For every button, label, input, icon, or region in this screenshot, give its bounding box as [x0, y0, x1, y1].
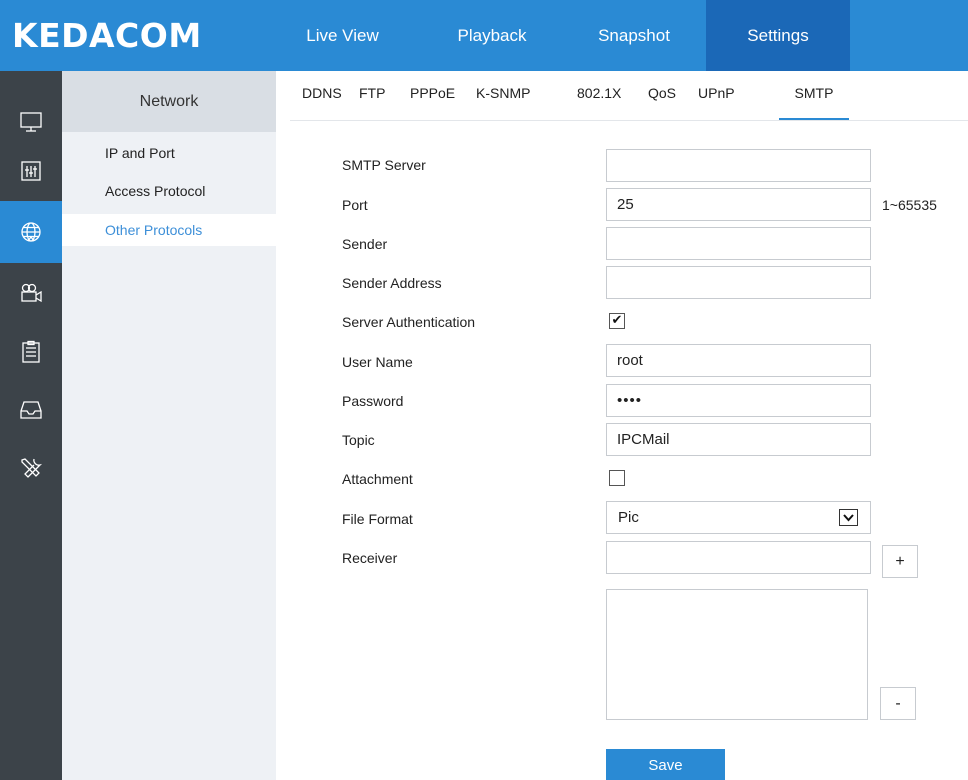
file-format-select[interactable]: Pic: [606, 501, 871, 534]
rail-image-settings[interactable]: [0, 140, 62, 202]
submenu-item-access-protocol[interactable]: Access Protocol: [62, 175, 276, 207]
clipboard-icon: [22, 340, 40, 363]
user-name-label: User Name: [342, 354, 413, 370]
password-label: Password: [342, 393, 404, 409]
globe-icon: [21, 222, 41, 242]
rail-network[interactable]: [0, 201, 62, 263]
tools-icon: [21, 458, 43, 478]
submenu-item-other-protocols[interactable]: Other Protocols: [62, 214, 276, 246]
submenu-item-ip-and-port[interactable]: IP and Port: [62, 137, 276, 169]
attachment-label: Attachment: [342, 471, 413, 487]
icon-rail: [0, 71, 62, 780]
network-submenu: Network IP and Port Access Protocol Othe…: [62, 71, 276, 780]
receiver-list[interactable]: [606, 589, 868, 720]
user-name-input[interactable]: [606, 344, 871, 377]
tab-ftp[interactable]: FTP: [359, 85, 385, 120]
save-button[interactable]: Save: [606, 749, 725, 780]
server-authentication-label: Server Authentication: [342, 314, 476, 330]
nav-playback[interactable]: Playback: [432, 0, 552, 71]
tab-qos[interactable]: QoS: [648, 85, 676, 120]
tab-pppoe[interactable]: PPPoE: [410, 85, 455, 120]
file-format-value: Pic: [618, 509, 639, 526]
sender-input[interactable]: [606, 227, 871, 260]
port-label: Port: [342, 197, 368, 213]
remove-receiver-button[interactable]: -: [880, 687, 916, 720]
receiver-input[interactable]: [606, 541, 871, 574]
rail-storage[interactable]: [0, 379, 62, 441]
protocol-tabs: DDNS FTP PPPoE K-SNMP 802.1X QoS UPnP SM…: [290, 71, 968, 121]
tab-smtp[interactable]: SMTP: [779, 85, 849, 120]
sender-address-input[interactable]: [606, 266, 871, 299]
rail-system[interactable]: [0, 437, 62, 499]
top-bar: KEDACOM Live View Playback Snapshot Sett…: [0, 0, 968, 71]
chevron-down-icon: [839, 509, 858, 526]
attachment-checkbox[interactable]: [609, 470, 625, 486]
topic-label: Topic: [342, 432, 375, 448]
port-range-hint: 1~65535: [882, 197, 937, 213]
topic-input[interactable]: [606, 423, 871, 456]
password-input[interactable]: [606, 384, 871, 417]
submenu-title: Network: [62, 71, 276, 132]
smtp-server-input[interactable]: [606, 149, 871, 182]
nav-live-view[interactable]: Live View: [280, 0, 405, 71]
receiver-label: Receiver: [342, 550, 398, 566]
sender-label: Sender: [342, 236, 388, 252]
checkmark-icon: ✔: [611, 313, 623, 328]
monitor-icon: [20, 112, 42, 132]
tab-upnp[interactable]: UPnP: [698, 85, 735, 120]
sliders-icon: [21, 161, 41, 181]
sender-address-label: Sender Address: [342, 275, 442, 291]
camera-icon: [21, 283, 42, 303]
rail-camera[interactable]: [0, 262, 62, 324]
server-authentication-checkbox[interactable]: ✔: [609, 313, 625, 329]
add-receiver-button[interactable]: +: [882, 545, 918, 578]
tab-k-snmp[interactable]: K-SNMP: [476, 85, 530, 120]
nav-settings[interactable]: Settings: [706, 0, 850, 71]
tab-802-1x[interactable]: 802.1X: [577, 85, 621, 120]
file-format-label: File Format: [342, 511, 413, 527]
nav-snapshot[interactable]: Snapshot: [574, 0, 694, 71]
rail-event[interactable]: [0, 321, 62, 383]
port-input[interactable]: [606, 188, 871, 221]
tab-ddns[interactable]: DDNS: [302, 85, 342, 120]
tray-icon: [20, 401, 42, 419]
kedacom-logo: KEDACOM: [12, 16, 202, 55]
smtp-server-label: SMTP Server: [342, 157, 426, 173]
